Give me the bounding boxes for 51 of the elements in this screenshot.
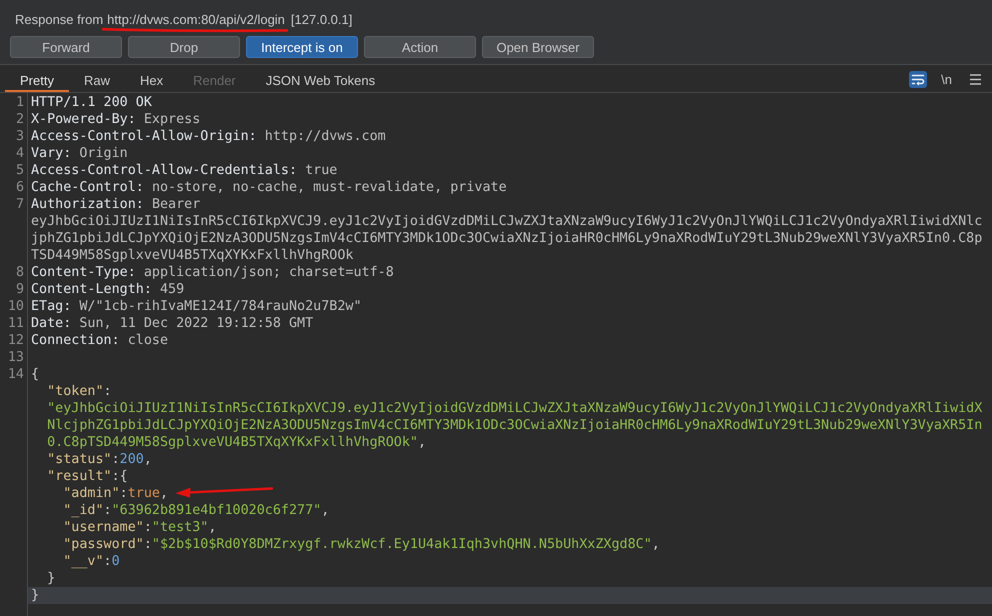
line-number: 12: [8, 333, 24, 348]
line-number: 2: [16, 112, 24, 127]
code-line: Access-Control-Allow-Credentials: true: [31, 162, 338, 179]
code-line: "token":: [46, 383, 112, 400]
toolbar-button[interactable]: Action: [364, 36, 476, 58]
toolbar-button[interactable]: Open Browser: [482, 36, 594, 58]
line-number: 9: [16, 282, 24, 297]
line-number: 4: [16, 146, 24, 161]
toolbar-button[interactable]: Forward: [10, 36, 122, 58]
newline-toggle[interactable]: \n: [940, 72, 953, 88]
line-number: 13: [8, 350, 24, 365]
code-line: Vary: Origin: [31, 145, 128, 162]
code-line: HTTP/1.1 200 OK: [31, 94, 152, 111]
code-line: "admin":true,: [62, 485, 168, 502]
code-line: "status":200,: [46, 451, 152, 468]
line-number: 5: [16, 163, 24, 178]
view-tab[interactable]: Hex: [124, 65, 178, 92]
line-number: 6: [16, 180, 24, 195]
view-tab[interactable]: Pretty: [5, 65, 69, 92]
line-number: 1: [16, 95, 24, 110]
code-line: "password":"$2b$10$Rd0Y8DMZrxygf.rwkzWcf.Ey1U4ak1Iqh3vhQHN.N5bUhXxZXgd8C",: [62, 536, 660, 553]
code-line: X-Powered-By: Express: [31, 111, 200, 128]
code-line: Content-Type: application/json; charset=utf-8: [31, 264, 394, 281]
code-line: {: [30, 366, 40, 383]
toolbar-button[interactable]: Drop: [128, 36, 240, 58]
code-line: "eyJhbGciOiJIUzI1NiIsInR5cCI6IkpXVCJ9.eyJ1c2VyIjoidGVzdDMiLCJwZXJtaXNzaW9ucyI6WyJ1c2VyOnJlYWQiLCJ1c2VyOndyaXRlIiwidXNlcjphZG1pbiJdLCJpYXQiOjE2NzA3ODU5NzgsImV4cCI6MTY3MDk1ODc3OCwiaXNzIjoiaHR0cHM6Ly9naXRodWIuY29tL3Nub29weXNlY3VyaXR5In0.C8pTSD449M58SgplxveVU4B5TXqXYKxFxllhVhgROOk",: [46, 400, 984, 451]
code-line: Date: Sun, 11 Dec 2022 19:12:58 GMT: [31, 315, 314, 332]
request-url: http://dvws.com:80/api/v2/login: [107, 12, 285, 28]
line-number: 7: [16, 197, 24, 212]
code-line: }: [46, 570, 56, 587]
view-tab[interactable]: Raw: [68, 65, 125, 92]
line-number: 3: [16, 129, 24, 144]
toolbar-button[interactable]: Intercept is on: [246, 36, 358, 58]
code-line: Cache-Control: no-store, no-cache, must-revalidate, private: [31, 179, 507, 196]
response-label: Response from: [15, 12, 104, 28]
code-line: Connection: close: [31, 332, 168, 349]
code-line: ETag: W/"1cb-rihIvaME124I/784rauNo2u7B2w": [31, 298, 362, 315]
code-line: "__v":0: [62, 553, 120, 570]
code-line: Access-Control-Allow-Origin: http://dvws.com: [31, 128, 386, 145]
code-line: "_id":"63962b891e4bf10020c6f277",: [62, 502, 330, 519]
view-tab[interactable]: JSON Web Tokens: [250, 65, 390, 92]
code-line: "username":"test3",: [62, 519, 216, 536]
code-line: "result":{: [46, 468, 128, 485]
host-address: [127.0.0.1]: [290, 12, 352, 28]
line-number: 8: [16, 265, 24, 280]
menu-icon[interactable]: [970, 74, 981, 85]
line-number: 11: [8, 316, 24, 331]
line-number: 10: [8, 299, 24, 314]
word-wrap-icon[interactable]: [909, 71, 928, 88]
line-number: 14: [8, 367, 24, 382]
code-line: Content-Length: 459: [31, 281, 184, 298]
